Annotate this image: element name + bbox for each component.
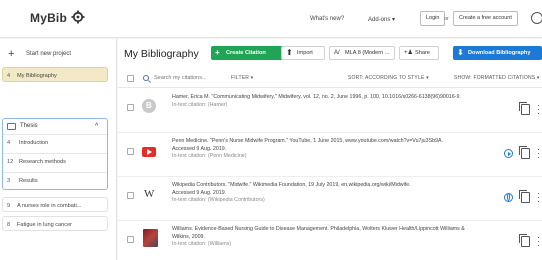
folder-icon (7, 123, 16, 130)
sidebar-item-label: A nurses role in combati... (17, 203, 82, 209)
sidebar: + Start new project 4 My Bibliography Th… (0, 39, 117, 260)
item-count: 8 (7, 222, 11, 228)
add-user-icon: +♟ (404, 50, 413, 56)
item-count: 4 (7, 73, 11, 79)
intext-citation: In-text citation: (Williams) (172, 241, 232, 247)
copy-icon[interactable] (519, 234, 530, 247)
citation-checkbox[interactable] (127, 192, 134, 199)
citation-text-block: Penn Medicine. "Penn's Nurse Midwife Pro… (172, 138, 472, 161)
sort-dropdown[interactable]: SORT: ACCORDING TO STYLE ▾ (348, 75, 429, 81)
citation-row[interactable]: Penn Medicine. "Penn's Nurse Midwife Pro… (118, 134, 542, 177)
gear-icon[interactable] (71, 10, 85, 24)
citation-text-block: Hamer, Erica M. "Communicating Midwifery… (172, 94, 472, 109)
search-icon (143, 75, 149, 81)
citation-style-label: MLA 8 (Modern ... (345, 50, 390, 56)
book-cover-image (143, 229, 158, 247)
download-icon: ⬇ (457, 48, 464, 57)
sidebar-item-label: My Bibliography (17, 73, 57, 79)
more-vertical-icon[interactable]: · · · (537, 189, 540, 206)
citation-style-button[interactable]: A/ MLA 8 (Modern ... (329, 46, 395, 60)
select-all-checkbox[interactable] (127, 75, 134, 82)
create-citation-label: Create Citation (226, 50, 266, 56)
item-count: 3 (7, 178, 11, 184)
sidebar-item-results[interactable]: 3 Results (3, 173, 107, 188)
more-vertical-icon[interactable]: · · · (537, 145, 540, 162)
citation-checkbox[interactable] (127, 104, 134, 111)
clock-icon[interactable] (531, 12, 542, 24)
create-citation-button[interactable]: + Create Citation (211, 46, 287, 60)
sidebar-item-nurses-role[interactable]: 9 A nurses role in combati... (2, 197, 108, 212)
copy-icon[interactable] (519, 190, 530, 203)
youtube-icon (142, 147, 156, 157)
import-button[interactable]: ⬆ Import (281, 46, 325, 60)
more-vertical-icon[interactable]: · · · (537, 101, 540, 118)
login-button[interactable]: Login (420, 11, 446, 26)
wikipedia-icon: W (144, 188, 155, 200)
folder-thesis-header[interactable]: Thesis ^ (3, 119, 107, 133)
accessed-date: Accessed 9 Aug. 2019. (172, 145, 227, 152)
search-input[interactable] (154, 73, 224, 83)
citation-row[interactable]: B Hamer, Erica M. "Communicating Midwife… (118, 90, 542, 133)
sidebar-item-label: Fatigue in lung cancer (17, 222, 73, 228)
chevron-up-icon[interactable]: ^ (95, 123, 98, 130)
style-icon: A/ (334, 50, 340, 56)
intext-citation: In-text citation: (Penn Medicine) (172, 153, 247, 159)
upload-icon: ⬆ (286, 48, 293, 57)
intext-citation: In-text citation: (Wikipedia Contributor… (172, 197, 265, 203)
citation-text: Hamer, Erica M. "Communicating Midwifery… (172, 94, 461, 100)
sidebar-item-label: Introduction (19, 140, 49, 146)
share-label: Share (415, 50, 430, 56)
sidebar-item-label: Results (19, 178, 38, 184)
create-account-button[interactable]: Create a free account (453, 11, 518, 26)
item-count: 4 (7, 140, 11, 146)
download-label: Download Bibliography (468, 50, 531, 56)
filter-dropdown[interactable]: FILTER ▾ (231, 75, 253, 81)
whats-new-link[interactable]: What's new? (310, 16, 344, 22)
download-bibliography-button[interactable]: ⬇ Download Bibliography (453, 46, 542, 60)
sidebar-item-introduction[interactable]: 4 Introduction (3, 135, 107, 150)
folder-title: Thesis (20, 123, 38, 129)
copy-icon[interactable] (519, 102, 530, 115)
citation-text: Wikipedia Contributors. "Midwife." Wikim… (172, 182, 411, 188)
citation-row[interactable]: W Wikipedia Contributors. "Midwife." Wik… (118, 178, 542, 221)
citations-toolbar: FILTER ▾ SORT: ACCORDING TO STYLE ▾ SHOW… (118, 72, 542, 88)
plus-icon: + (8, 48, 15, 60)
intext-citation: In-text citation: (Hamer) (172, 101, 228, 108)
page-title: My Bibliography (124, 48, 199, 60)
article-icon: B (142, 99, 156, 113)
start-new-project-button[interactable]: + Start new project (0, 48, 117, 62)
citation-text-block: Williams. Evidence-Based Nursing Guide t… (172, 226, 472, 249)
sidebar-item-research-methods[interactable]: 12 Research methods (3, 154, 107, 169)
addons-menu[interactable]: Add-ons ▾ (368, 16, 395, 23)
main-panel: My Bibliography + Create Citation ⬆ Impo… (118, 39, 542, 260)
sidebar-item-my-bibliography[interactable]: 4 My Bibliography (2, 67, 108, 82)
item-count: 9 (7, 203, 11, 209)
sidebar-item-label: Research methods (19, 159, 66, 165)
citation-text: Penn Medicine. "Penn's Nurse Midwife Pro… (172, 138, 443, 144)
citation-checkbox[interactable] (127, 148, 134, 155)
plus-icon: + (215, 48, 220, 57)
show-dropdown[interactable]: SHOW: FORMATTED CITATIONS ▾ (454, 75, 540, 81)
accessed-date: Accessed 9 Aug. 2019. (172, 189, 227, 196)
or-text: or (444, 16, 449, 22)
globe-icon[interactable] (504, 193, 513, 202)
citation-text-block: Wikipedia Contributors. "Midwife." Wikim… (172, 182, 472, 205)
top-bar: MyBib What's new? Add-ons ▾ Login or Cre… (0, 0, 542, 38)
import-label: Import (297, 50, 313, 56)
citation-row[interactable]: Williams. Evidence-Based Nursing Guide t… (118, 222, 542, 260)
citation-checkbox[interactable] (127, 236, 134, 243)
start-new-project-label: Start new project (26, 51, 72, 57)
mybib-logo[interactable]: MyBib (30, 11, 67, 25)
share-button[interactable]: +♟ Share (399, 46, 439, 60)
folder-thesis: Thesis ^ 4 Introduction 12 Research meth… (2, 118, 108, 190)
play-icon[interactable] (504, 149, 513, 158)
copy-icon[interactable] (519, 146, 530, 159)
more-vertical-icon[interactable]: · · · (537, 233, 540, 250)
citation-text: Williams. Evidence-Based Nursing Guide t… (172, 226, 465, 240)
sidebar-item-fatigue-lung-cancer[interactable]: 8 Fatigue in lung cancer (2, 216, 108, 231)
item-count: 12 (7, 159, 14, 165)
